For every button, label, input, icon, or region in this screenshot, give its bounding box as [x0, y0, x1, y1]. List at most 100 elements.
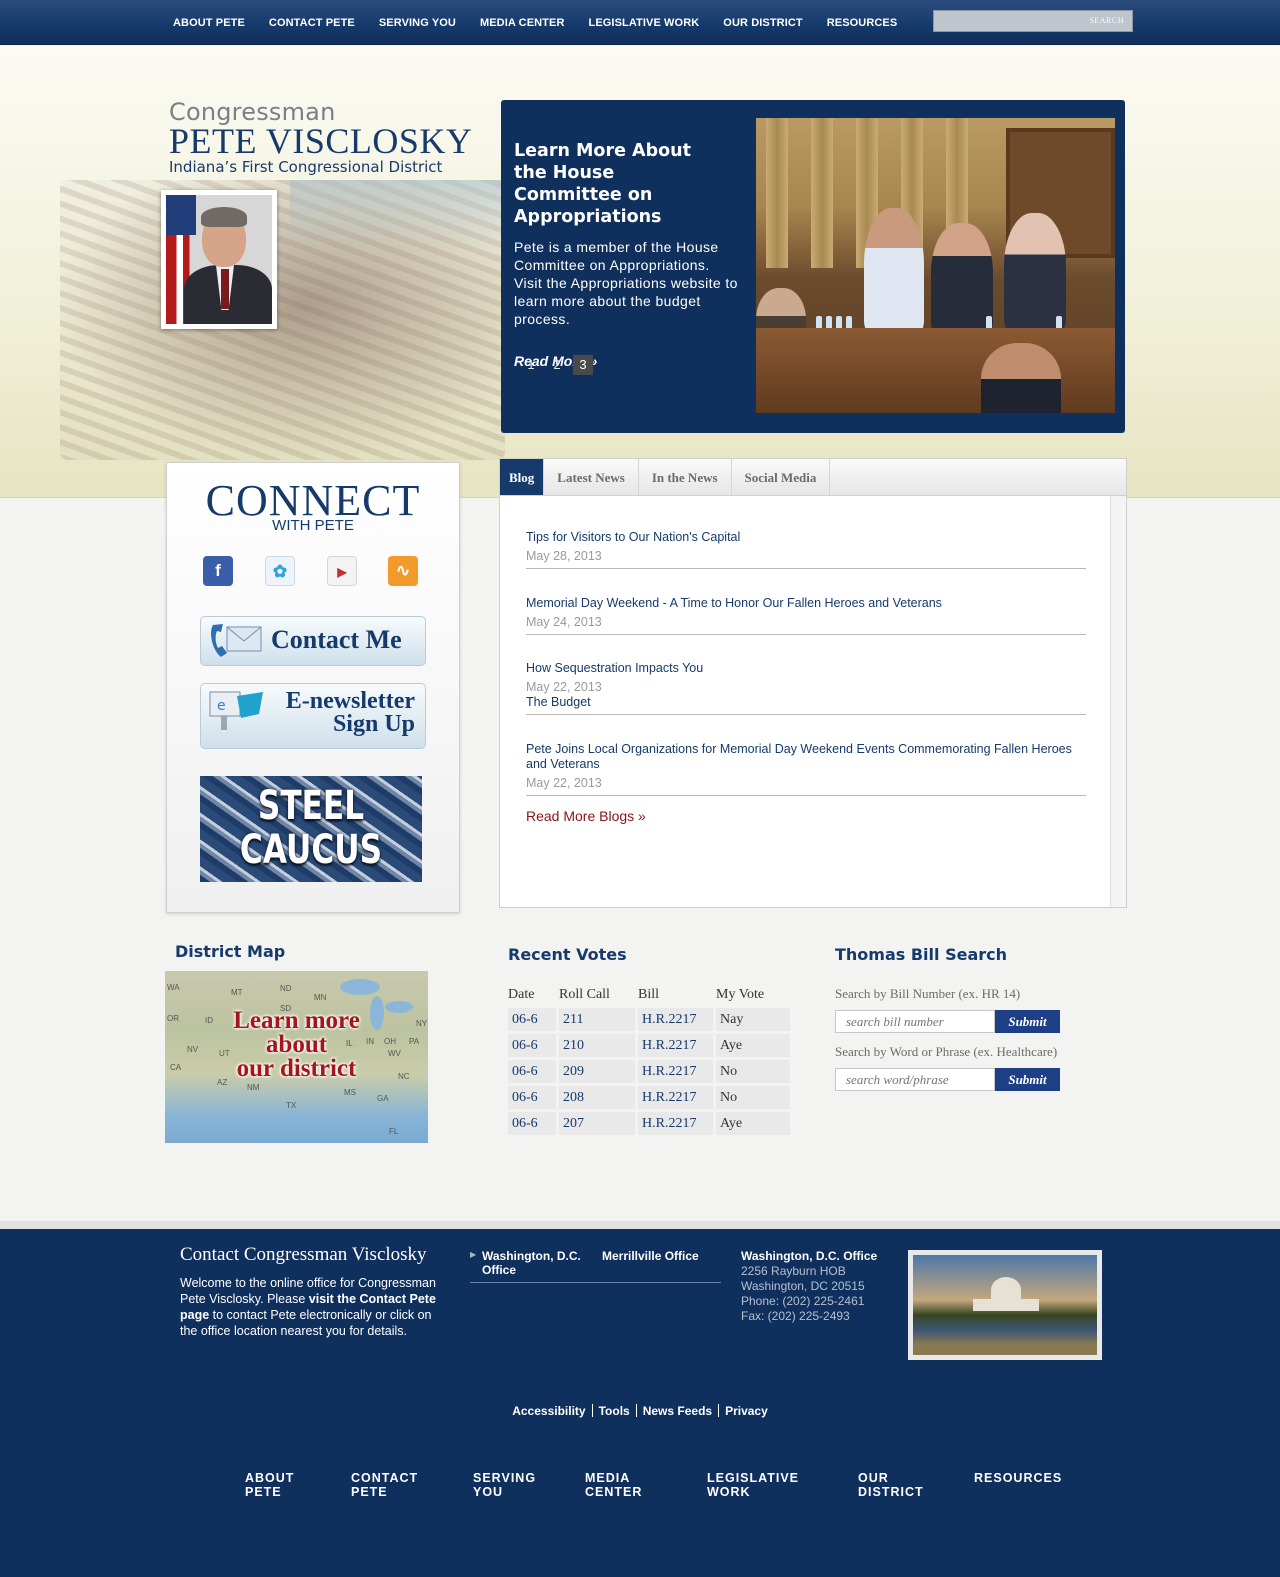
steel-mill-background-image: [60, 180, 505, 460]
facebook-icon[interactable]: f: [203, 556, 233, 586]
youtube-icon[interactable]: ▶: [327, 556, 357, 586]
person-image: [1004, 213, 1066, 331]
blog-post: Tips for Visitors to Our Nation's Capita…: [526, 530, 1086, 569]
link-separator: [591, 1404, 593, 1417]
nav-legislative-work[interactable]: LEGISLATIVE WORK: [589, 17, 700, 29]
footer-nav-serving-you[interactable]: SERVING YOU: [473, 1471, 585, 1499]
thomas-bill-search-title: Thomas Bill Search: [835, 945, 1008, 964]
feature-title[interactable]: Learn More About the House Committee on …: [514, 140, 724, 228]
vote-roll-call-link[interactable]: 210: [559, 1034, 638, 1057]
enewsletter-signup-button[interactable]: e E-newsletter Sign Up: [200, 683, 426, 749]
vote-row: 06-6 209 H.R.2217 No: [508, 1060, 790, 1083]
district-map-label-line-3: our district: [236, 1055, 357, 1082]
nav-serving-you[interactable]: SERVING YOU: [379, 17, 456, 29]
footer-nav-our-district[interactable]: OUR DISTRICT: [858, 1471, 974, 1499]
blog-post-category[interactable]: The Budget: [526, 695, 1086, 709]
enewsletter-line-2: Sign Up: [332, 711, 415, 737]
footer-nav-line: CONTACT: [351, 1471, 419, 1485]
vote-bill-link[interactable]: H.R.2217: [638, 1112, 716, 1135]
footer-nav-about-pete[interactable]: ABOUT PETE: [245, 1471, 351, 1499]
vote-roll-call-link[interactable]: 207: [559, 1112, 638, 1135]
steel-caucus-banner[interactable]: STEEL CAUCUS: [200, 776, 422, 882]
privacy-link[interactable]: Privacy: [725, 1404, 768, 1418]
footer-nav-contact-pete[interactable]: CONTACT PETE: [351, 1471, 473, 1499]
district-map-label-line-1: Learn more: [233, 1007, 360, 1034]
nav-about-pete[interactable]: ABOUT PETE: [173, 17, 245, 29]
district-map-link[interactable]: WA MT ND MN SD OR ID NV UT CA AZ NM TX I…: [165, 971, 428, 1143]
tab-in-the-news[interactable]: In the News: [639, 459, 732, 495]
site-title[interactable]: Congressman PETE VISCLOSKY Indiana’s Fir…: [169, 98, 472, 176]
slide-pagination: 1 2 3: [521, 355, 599, 375]
site-search-button[interactable]: SEARCH: [1089, 16, 1124, 25]
footer-nav-line: RESOURCES: [974, 1471, 1063, 1485]
vote-bill-link[interactable]: H.R.2217: [638, 1034, 716, 1057]
footer-nav-line: SERVING: [473, 1471, 537, 1485]
word-phrase-input[interactable]: [835, 1068, 995, 1091]
vote-bill-link[interactable]: H.R.2217: [638, 1008, 716, 1031]
blog-post: How Sequestration Impacts You May 22, 20…: [526, 661, 1086, 715]
footer-nav-line: MEDIA: [585, 1471, 631, 1485]
office-address: Washington, D.C. Office 2256 Rayburn HOB…: [741, 1249, 877, 1324]
read-more-blogs-link[interactable]: Read More Blogs »: [526, 808, 646, 824]
vote-date: 06-6: [508, 1086, 559, 1109]
recent-votes-table: Date Roll Call Bill My Vote 06-6 211 H.R…: [508, 984, 790, 1138]
tab-latest-news[interactable]: Latest News: [544, 459, 639, 495]
bill-number-submit-button[interactable]: Submit: [995, 1010, 1060, 1033]
district-map-label-line-2: about: [265, 1031, 328, 1058]
blog-post-title[interactable]: How Sequestration Impacts You: [526, 661, 1086, 676]
blog-post: Memorial Day Weekend - A Time to Honor O…: [526, 596, 1086, 635]
recent-votes-title: Recent Votes: [508, 945, 627, 964]
vote-bill-link[interactable]: H.R.2217: [638, 1060, 716, 1083]
footer-nav-resources[interactable]: RESOURCES: [974, 1471, 1074, 1499]
vote-roll-call-link[interactable]: 211: [559, 1008, 638, 1031]
footer-title: Contact Congressman Visclosky: [180, 1244, 427, 1265]
vote-row: 06-6 207 H.R.2217 Aye: [508, 1112, 790, 1135]
nav-contact-pete[interactable]: CONTACT PETE: [269, 17, 355, 29]
tab-social-media[interactable]: Social Media: [732, 459, 831, 495]
news-feeds-link[interactable]: News Feeds: [643, 1404, 712, 1418]
vote-roll-call-link[interactable]: 209: [559, 1060, 638, 1083]
slide-dot-2[interactable]: 2: [547, 355, 567, 375]
site-search-input[interactable]: [934, 11, 1074, 31]
person-image: [981, 343, 1061, 413]
tab-bar: Blog Latest News In the News Social Medi…: [500, 459, 1126, 496]
tab-blog[interactable]: Blog: [500, 459, 545, 495]
office-address-line-2: Washington, DC 20515: [741, 1279, 865, 1293]
hearing-desk-image: [756, 328, 1115, 413]
steel-caucus-line-1: STEEL: [257, 783, 365, 829]
word-phrase-label: Search by Word or Phrase (ex. Healthcare…: [835, 1044, 1058, 1059]
vote-date: 06-6: [508, 1060, 559, 1083]
word-phrase-submit-button[interactable]: Submit: [995, 1068, 1060, 1091]
footer-nav-line: ABOUT: [245, 1471, 295, 1485]
office-tab-merrillville[interactable]: Merrillville Office: [602, 1249, 699, 1263]
vote-roll-call-link[interactable]: 208: [559, 1086, 638, 1109]
office-tab-washington[interactable]: Washington, D.C. Office: [482, 1249, 592, 1277]
capitol-building-image: [973, 1299, 1039, 1311]
blog-post-title[interactable]: Pete Joins Local Organizations for Memor…: [526, 742, 1086, 772]
tools-link[interactable]: Tools: [599, 1404, 630, 1418]
footer-nav-legislative-work[interactable]: LEGISLATIVE WORK: [707, 1471, 858, 1499]
slide-dot-3[interactable]: 3: [573, 355, 593, 375]
slide-dot-1[interactable]: 1: [521, 355, 541, 375]
accessibility-link[interactable]: Accessibility: [512, 1404, 585, 1418]
twitter-icon[interactable]: ✿: [265, 556, 295, 586]
nav-resources[interactable]: RESOURCES: [827, 17, 898, 29]
site-search: SEARCH: [933, 10, 1133, 32]
vote-bill-link[interactable]: H.R.2217: [638, 1086, 716, 1109]
vote-date: 06-6: [508, 1112, 559, 1135]
rss-icon[interactable]: ∿: [388, 556, 418, 586]
contact-me-button[interactable]: Contact Me: [200, 616, 426, 666]
triangle-right-icon: ▶: [470, 1250, 477, 1259]
vote-row: 06-6 211 H.R.2217 Nay: [508, 1008, 790, 1031]
map-state-label: ND: [280, 984, 292, 993]
nav-our-district[interactable]: OUR DISTRICT: [723, 17, 802, 29]
bill-number-input[interactable]: [835, 1010, 995, 1033]
nav-media-center[interactable]: MEDIA CENTER: [480, 17, 565, 29]
tab-scrollbar[interactable]: [1110, 496, 1126, 907]
office-address-heading: Washington, D.C. Office: [741, 1249, 878, 1263]
blog-post-title[interactable]: Memorial Day Weekend - A Time to Honor O…: [526, 596, 1086, 611]
blog-post-title[interactable]: Tips for Visitors to Our Nation's Capita…: [526, 530, 1086, 545]
news-tabs-panel: Blog Latest News In the News Social Medi…: [499, 458, 1127, 908]
footer-nav-media-center[interactable]: MEDIA CENTER: [585, 1471, 707, 1499]
title-name: PETE VISCLOSKY: [169, 121, 473, 161]
